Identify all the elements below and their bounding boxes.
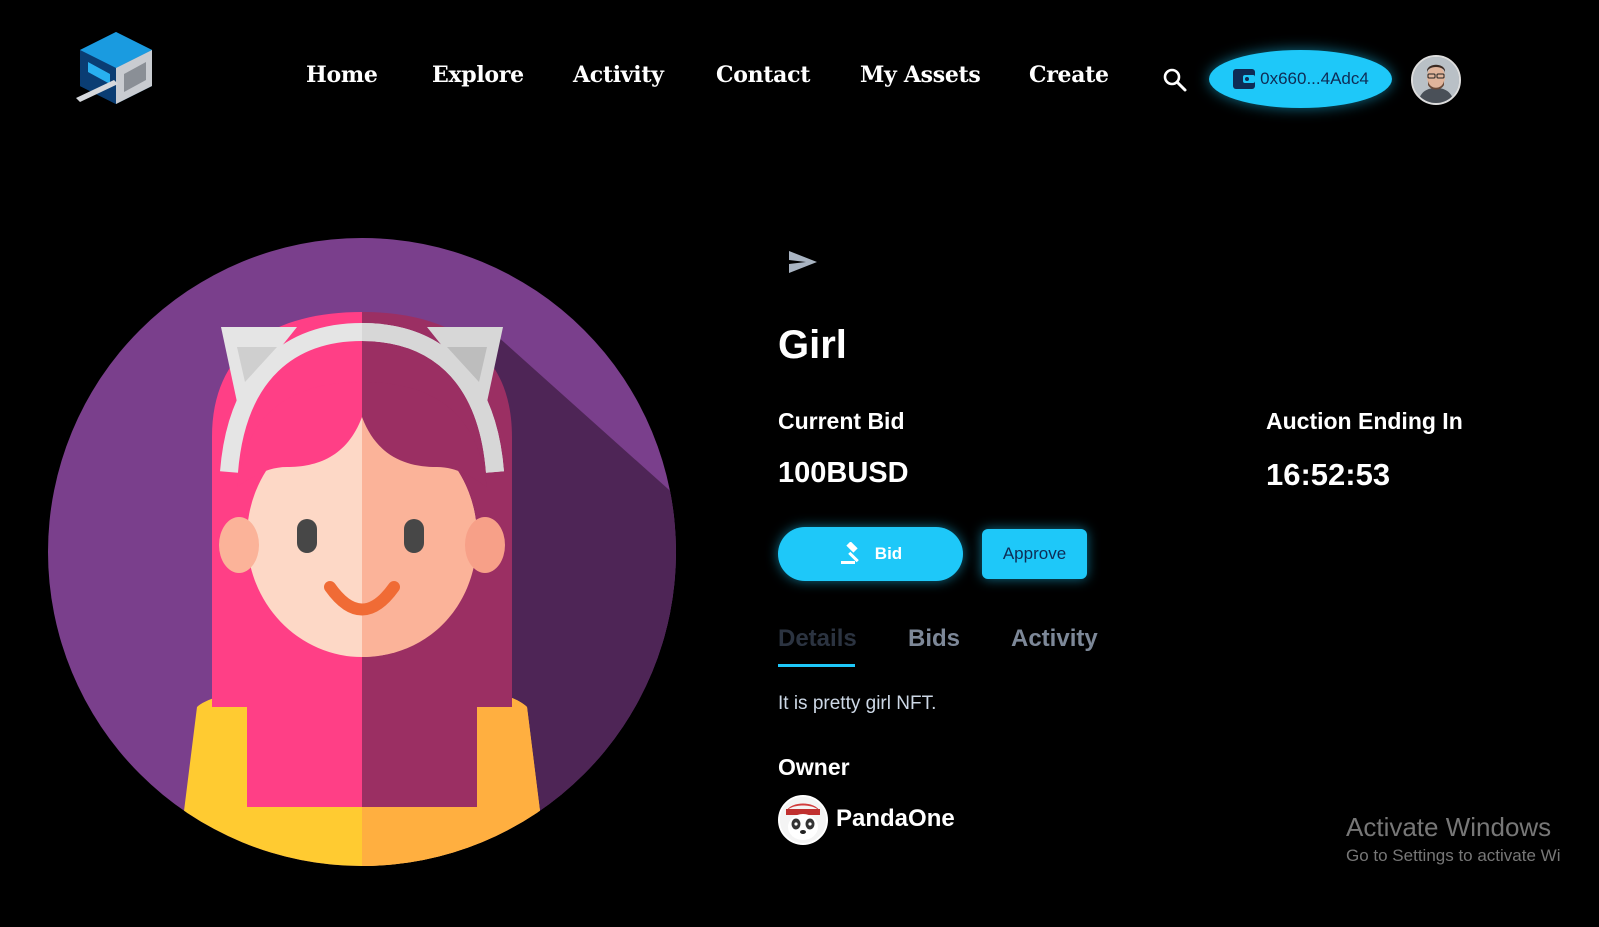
girl-avatar-artwork — [48, 238, 676, 866]
bid-button[interactable]: Bid — [778, 527, 963, 581]
nav-activity[interactable]: Activity — [573, 62, 664, 88]
activate-windows-subtitle: Go to Settings to activate Wi — [1346, 846, 1561, 865]
current-bid-value: 100BUSD — [778, 457, 909, 489]
nav-contact[interactable]: Contact — [716, 62, 810, 88]
approve-button[interactable]: Approve — [982, 529, 1087, 579]
item-description: It is pretty girl NFT. — [778, 693, 937, 714]
nav-create[interactable]: Create — [1029, 62, 1109, 88]
wallet-button[interactable]: 0x660...4Adc4 — [1209, 50, 1392, 108]
active-tab-indicator — [778, 664, 855, 667]
current-bid-label: Current Bid — [778, 408, 905, 434]
nav-my-assets[interactable]: My Assets — [860, 62, 981, 88]
tab-details[interactable]: Details — [778, 625, 857, 653]
search-icon[interactable] — [1162, 67, 1188, 93]
auction-timer: 16:52:53 — [1266, 457, 1391, 492]
user-avatar-icon — [1413, 57, 1459, 103]
wallet-address: 0x660...4Adc4 — [1260, 69, 1369, 88]
owner-label: Owner — [778, 754, 850, 780]
approve-button-label: Approve — [1002, 544, 1067, 563]
gavel-icon — [840, 542, 859, 564]
nav-home[interactable]: Home — [306, 62, 378, 88]
activate-windows-title: Activate Windows — [1346, 812, 1552, 842]
item-title: Girl — [778, 323, 847, 367]
send-icon[interactable] — [786, 248, 820, 276]
owner-name[interactable]: PandaOne — [836, 805, 955, 833]
user-avatar[interactable] — [1411, 55, 1461, 105]
panda-icon — [780, 797, 826, 843]
cube-logo-icon[interactable] — [74, 28, 158, 108]
wallet-icon — [1233, 69, 1256, 89]
tab-bids[interactable]: Bids — [908, 625, 960, 653]
bid-button-label: Bid — [874, 544, 903, 563]
panda-avatar[interactable] — [778, 795, 828, 845]
tab-activity[interactable]: Activity — [1011, 625, 1098, 653]
nav-explore[interactable]: Explore — [432, 62, 524, 88]
auction-ending-label: Auction Ending In — [1266, 408, 1463, 434]
